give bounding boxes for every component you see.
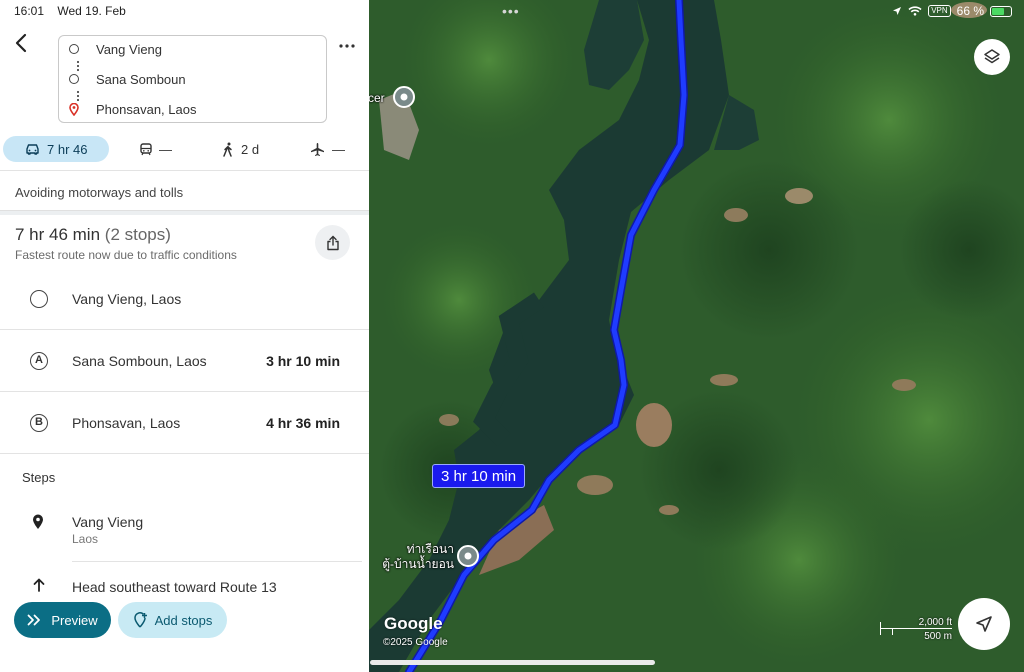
waypoint-destination-label: Phonsavan, Laos bbox=[96, 101, 197, 117]
tab-flight[interactable]: — bbox=[310, 136, 345, 162]
waypoint-origin[interactable]: Vang Vieng bbox=[69, 40, 162, 58]
origin-circle-icon bbox=[69, 44, 79, 54]
add-stops-button[interactable]: Add stops bbox=[118, 602, 227, 638]
tab-walk[interactable]: 2 d bbox=[222, 136, 259, 162]
place-label-line: ท่าเรือนา bbox=[406, 542, 454, 556]
satellite-imagery bbox=[369, 0, 1024, 672]
add-location-icon bbox=[133, 612, 147, 628]
waypoints-box[interactable]: Vang Vieng Sana Somboun Phonsavan, Laos bbox=[58, 35, 327, 123]
tab-transit-label: — bbox=[159, 141, 172, 157]
scale-metric: 500 m bbox=[924, 631, 952, 642]
stop-name: Vang Vieng, Laos bbox=[72, 290, 182, 307]
place-label[interactable]: cer bbox=[369, 91, 385, 106]
train-icon bbox=[140, 142, 152, 155]
divider bbox=[0, 170, 369, 171]
tab-walk-label: 2 d bbox=[241, 141, 260, 157]
place-label[interactable]: ท่าเรือนา ตู้-บ้านน้ำยอน bbox=[378, 542, 454, 572]
double-chevron-right-icon bbox=[27, 614, 41, 626]
preview-button-label: Preview bbox=[51, 612, 98, 628]
status-time: 16:01 bbox=[14, 4, 45, 18]
scale-line bbox=[880, 628, 952, 629]
battery-icon bbox=[990, 5, 1012, 17]
layers-icon bbox=[984, 49, 1000, 64]
section-divider bbox=[0, 210, 369, 215]
preview-button[interactable]: Preview bbox=[14, 602, 111, 638]
home-indicator[interactable] bbox=[370, 660, 655, 665]
stop-duration: 3 hr 10 min bbox=[266, 352, 340, 369]
stop-row-origin[interactable]: Vang Vieng, Laos bbox=[0, 268, 369, 330]
my-location-button[interactable] bbox=[958, 598, 1010, 650]
tab-flight-label: — bbox=[332, 141, 345, 157]
location-arrow-icon bbox=[893, 7, 902, 15]
route-note: Fastest route now due to traffic conditi… bbox=[15, 248, 237, 262]
vpn-badge: VPN bbox=[928, 5, 951, 17]
travel-mode-tabs: 7 hr 46 — 2 d — bbox=[0, 136, 369, 164]
status-bar-right: VPN 66 % bbox=[892, 4, 1012, 18]
add-stops-button-label: Add stops bbox=[154, 612, 213, 628]
tab-drive[interactable]: 7 hr 46 bbox=[3, 136, 110, 162]
share-icon bbox=[326, 235, 339, 250]
more-horizontal-icon bbox=[339, 44, 355, 48]
route-summary: 7 hr 46 min (2 stops) bbox=[15, 225, 171, 245]
divider bbox=[72, 561, 362, 562]
stop-name: Sana Somboun, Laos bbox=[72, 352, 207, 369]
scale-tick bbox=[892, 628, 893, 635]
origin-circle-icon bbox=[30, 289, 48, 308]
multitasking-dots-icon[interactable]: ••• bbox=[502, 3, 520, 19]
route-options-text[interactable]: Avoiding motorways and tolls bbox=[15, 185, 183, 200]
battery-percentage: 66 % bbox=[956, 4, 984, 18]
wifi-icon bbox=[908, 6, 922, 16]
stop-name: Phonsavan, Laos bbox=[72, 414, 181, 431]
stop-duration: 4 hr 36 min bbox=[266, 414, 340, 431]
scale-imperial: 2,000 ft bbox=[918, 617, 952, 628]
share-button[interactable] bbox=[315, 225, 350, 260]
step-title[interactable]: Vang Vieng bbox=[72, 514, 143, 530]
google-logo: Google bbox=[384, 614, 443, 633]
map-layers-button[interactable] bbox=[974, 39, 1010, 75]
waypoint-stop[interactable]: Sana Somboun bbox=[69, 70, 186, 88]
route-duration-badge[interactable]: 3 hr 10 min bbox=[432, 464, 526, 488]
place-label-line: ตู้-บ้านน้ำยอน bbox=[382, 557, 454, 571]
car-icon bbox=[26, 144, 39, 155]
location-pin-icon bbox=[32, 514, 44, 535]
more-options-button[interactable] bbox=[336, 36, 358, 56]
step-subtitle: Laos bbox=[72, 532, 99, 546]
stop-row-b[interactable]: B Phonsavan, Laos 4 hr 36 min bbox=[0, 392, 369, 454]
waypoint-stop-label: Sana Somboun bbox=[96, 71, 186, 87]
status-date: Wed 19. Feb bbox=[57, 4, 126, 18]
status-bar-left: 16:01 Wed 19. Feb bbox=[14, 4, 126, 18]
chevron-left-icon bbox=[15, 33, 27, 53]
tab-drive-label: 7 hr 46 bbox=[47, 141, 88, 157]
arrow-up-icon bbox=[33, 578, 45, 597]
route-stop-count: (2 stops) bbox=[104, 225, 171, 244]
route-duration: 7 hr 46 min bbox=[15, 225, 101, 244]
tab-transit[interactable]: — bbox=[140, 136, 172, 162]
back-button[interactable] bbox=[10, 30, 32, 56]
waypoint-destination[interactable]: Phonsavan, Laos bbox=[69, 100, 196, 118]
map-scale: 2,000 ft 500 m bbox=[880, 617, 952, 642]
navigation-arrow-icon bbox=[976, 616, 992, 632]
stop-a-marker-icon: A bbox=[30, 351, 48, 370]
steps-heading: Steps bbox=[22, 470, 56, 485]
directions-panel: 16:01 Wed 19. Feb Vang Vieng Sana Sombou… bbox=[0, 0, 369, 672]
walking-icon bbox=[223, 142, 232, 157]
map-copyright: ©2025 Google bbox=[383, 637, 448, 648]
step-title[interactable]: Head southeast toward Route 13 bbox=[72, 579, 277, 595]
waypoint-origin-label: Vang Vieng bbox=[96, 41, 163, 57]
stop-circle-icon bbox=[69, 74, 79, 84]
airplane-icon bbox=[311, 142, 324, 156]
map-view[interactable]: cer ท่าเรือนา ตู้-บ้านน้ำยอน 3 hr 10 min… bbox=[369, 0, 1024, 672]
stop-b-marker-icon: B bbox=[30, 413, 48, 432]
destination-pin-icon bbox=[69, 102, 79, 116]
stop-row-a[interactable]: A Sana Somboun, Laos 3 hr 10 min bbox=[0, 330, 369, 392]
